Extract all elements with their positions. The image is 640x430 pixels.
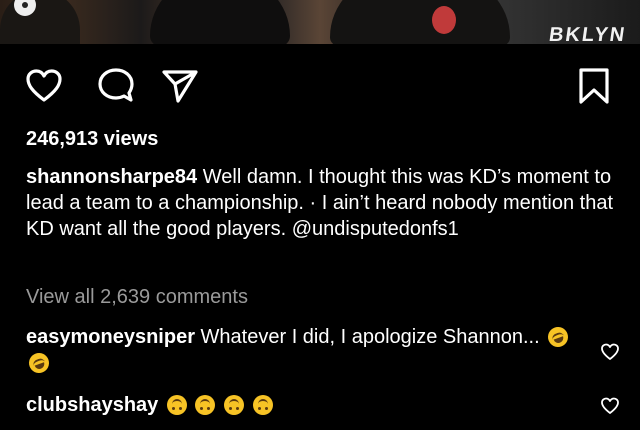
comment-username[interactable]: clubshayshay bbox=[26, 394, 158, 416]
comment-username[interactable]: easymoneysniper bbox=[26, 326, 195, 348]
post-action-bar bbox=[0, 44, 640, 124]
player-shouting-mouth bbox=[432, 6, 456, 34]
comment-item: clubshayshay bbox=[26, 392, 586, 418]
media-watermark: BKLYN bbox=[547, 24, 628, 44]
upside-down-face-emoji bbox=[195, 395, 216, 415]
view-count[interactable]: 246,913 views bbox=[26, 128, 158, 151]
rolling-on-floor-laughing-emoji bbox=[26, 350, 52, 376]
comment-like-heart-icon[interactable] bbox=[600, 342, 620, 362]
bookmark-icon[interactable] bbox=[574, 66, 614, 106]
post-caption: shannonsharpe84 Well damn. I thought thi… bbox=[26, 164, 622, 242]
player-figure-center bbox=[150, 0, 290, 44]
post-media-image[interactable]: BKLYN bbox=[0, 0, 640, 44]
upside-down-face-emoji bbox=[223, 395, 244, 415]
caption-username[interactable]: shannonsharpe84 bbox=[26, 166, 197, 188]
player-figure-left bbox=[0, 0, 80, 44]
heart-icon[interactable] bbox=[24, 66, 64, 106]
upside-down-face-emoji bbox=[252, 395, 273, 415]
view-all-comments-link[interactable]: View all 2,639 comments bbox=[26, 286, 248, 309]
upside-down-face-emoji bbox=[166, 395, 187, 415]
paper-plane-icon[interactable] bbox=[160, 66, 200, 106]
comment-bubble-icon[interactable] bbox=[96, 66, 136, 106]
comment-like-heart-icon[interactable] bbox=[600, 396, 620, 416]
player-figure-right bbox=[330, 0, 510, 44]
comment-item: easymoneysniper Whatever I did, I apolog… bbox=[26, 324, 586, 376]
comment-text: Whatever I did, I apologize Shannon... bbox=[200, 326, 540, 348]
rolling-on-floor-laughing-emoji bbox=[545, 324, 572, 350]
